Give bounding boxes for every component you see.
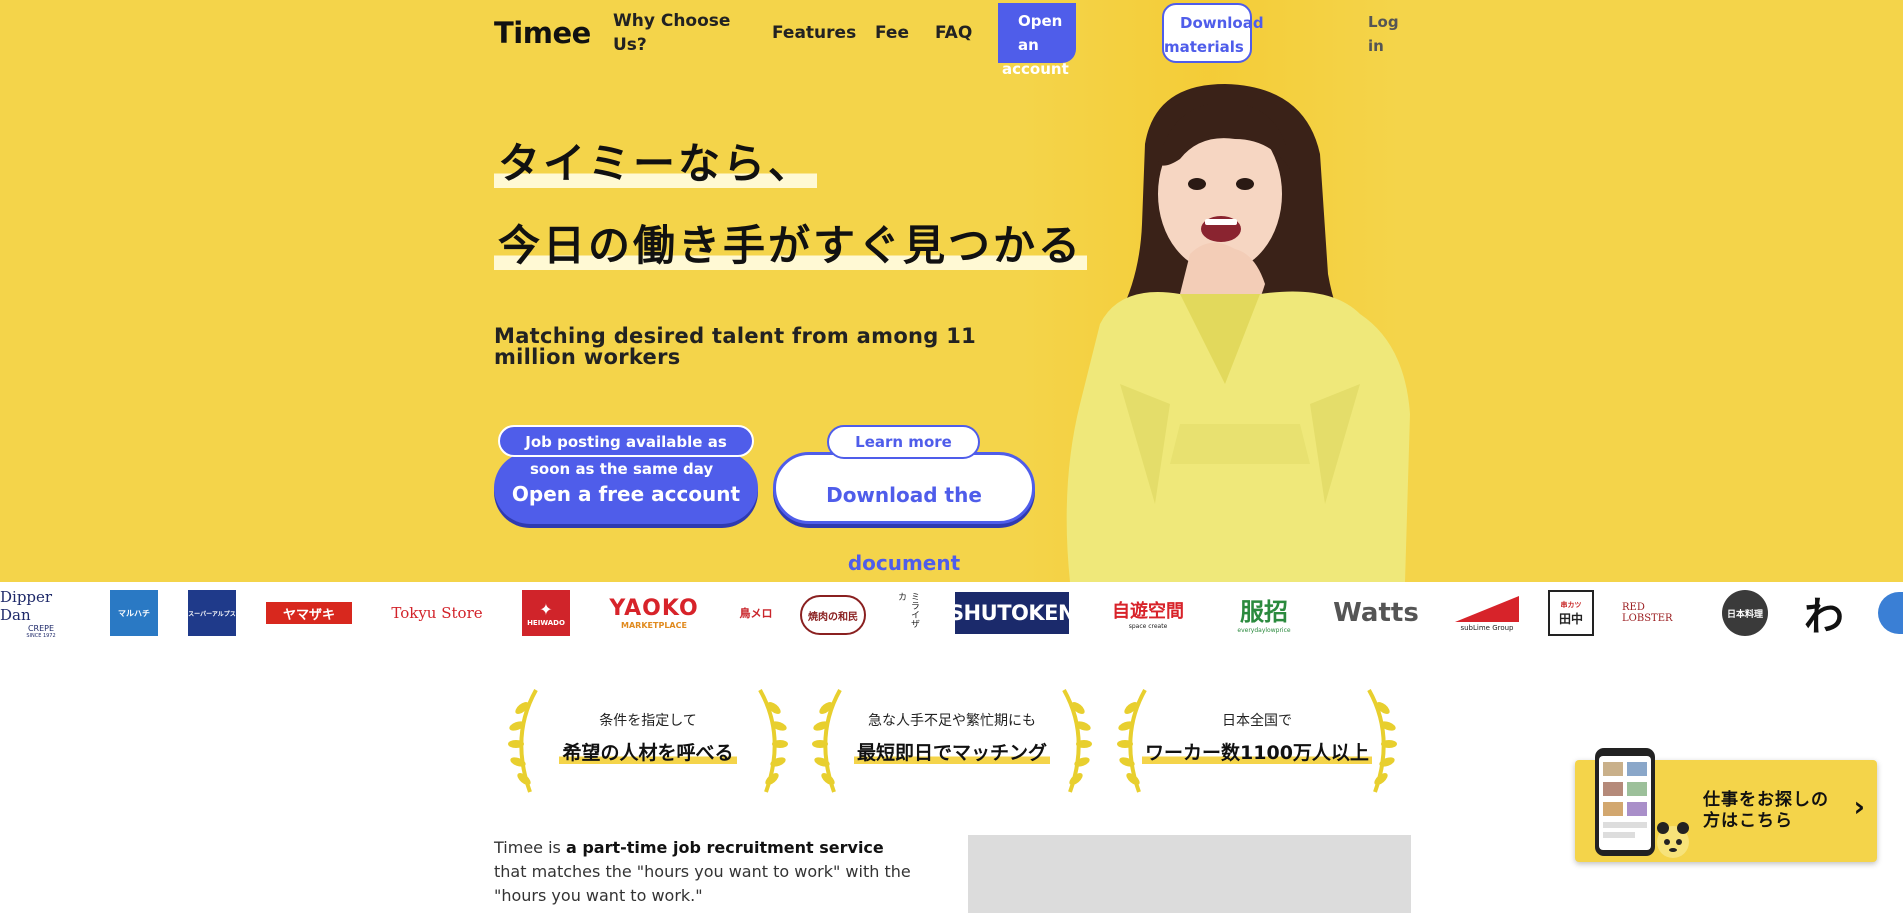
brand-tanaka: 串カツ 田中: [1548, 590, 1594, 636]
award-big-text: ワーカー数1100万人以上: [1117, 738, 1397, 765]
brand-fukusho-sub: everydaylowprice: [1237, 627, 1291, 634]
same-day-posting-tag: Job posting available as: [498, 425, 754, 457]
chevron-right-icon: ›: [1853, 790, 1865, 823]
brand-shutoken: SHUTOKEN: [949, 592, 1076, 634]
mascot-icon: [1657, 822, 1689, 858]
intro-paragraph: Timee is a part-time job recruitment ser…: [494, 836, 914, 908]
brand-watami-name: 焼肉の和民: [808, 611, 858, 623]
brand-partial-blue: [1878, 592, 1903, 634]
brand-wa: わ: [1796, 592, 1852, 640]
intro-text-a: Timee is: [494, 838, 566, 857]
brand-heiwado-name: HEIWADO: [527, 618, 565, 627]
brand-miraizaka-name: ミライザカ: [896, 592, 919, 628]
open-account-label-2: account: [1002, 60, 1069, 78]
open-account-button[interactable]: Open an account: [998, 3, 1076, 78]
brand-dipper-dan-since: SINCE 1972: [26, 632, 56, 639]
brand-jiyukukan-sub: space create: [1128, 622, 1168, 630]
brand-alps-name: スーパーアルプス: [188, 610, 236, 618]
download-document-button[interactable]: Download the document: [773, 452, 1035, 575]
brand-jiyukukan-name: 自遊空間: [1112, 600, 1184, 622]
brand-yaoko-name: YAOKO: [609, 596, 699, 621]
brand-watami: 焼肉の和民: [800, 595, 866, 635]
open-free-account-label: Open a free account: [511, 482, 741, 506]
brand-maruhachi-name: マルハチ: [118, 608, 150, 618]
intro-text-c: that matches the "hours you want to work…: [494, 862, 911, 905]
intro-text-bold: a part-time job recruitment service: [565, 838, 884, 857]
client-logo-strip: Dipper Dan CREPE SINCE 1972 マルハチ スーパーアルプ…: [0, 582, 1903, 642]
hero-section: Timee Why Choose Us? Features Fee FAQ Op…: [0, 0, 1903, 582]
job-seeker-banner[interactable]: 仕事をお探しの方はこちら ›: [1575, 748, 1877, 862]
download-document-label: Download the document: [826, 483, 982, 575]
brand-sublime-mark-icon: [1455, 596, 1519, 622]
brand-red-lobster-name: RED LOBSTER: [1622, 602, 1673, 624]
brand-watts-name: Watts: [1333, 598, 1419, 628]
brand-tanaka-sub: 串カツ: [1560, 600, 1582, 609]
headline-line-2: 今日の働き手がすぐ見つかる: [494, 212, 1088, 273]
hero-subline: Matching desired talent from among 11 mi…: [494, 324, 977, 369]
same-day-tag-line-1: Job posting available as: [525, 433, 727, 451]
brand-fukusho-name: 服招: [1240, 598, 1288, 626]
download-materials-button[interactable]: Download materials: [1162, 3, 1264, 63]
brand-tokyu-store-name: Tokyu Store: [391, 604, 483, 622]
nav-features[interactable]: Features: [772, 21, 856, 45]
phone-app-icon: [1595, 748, 1655, 856]
award-big-text: 最短即日でマッチング: [812, 738, 1092, 765]
headline-2-text: 今日の働き手がすぐ見つかる: [494, 221, 1088, 270]
award-small-text: 条件を指定して: [599, 713, 697, 729]
login-label-1: Log: [1368, 13, 1399, 31]
award-big-text: 希望の人材を呼べる: [508, 738, 788, 765]
open-account-label-1: Open an: [1018, 12, 1063, 54]
intro-media-placeholder[interactable]: [968, 835, 1411, 913]
award-workers: 日本全国で ワーカー数1100万人以上: [1117, 686, 1397, 796]
brand-red-lobster: RED LOBSTER: [1622, 592, 1692, 634]
brand-sublime-name: subLime Group: [1460, 624, 1514, 632]
job-seeker-banner-text: 仕事をお探しの方はこちら: [1703, 790, 1829, 831]
brand-tanaka-name: 田中: [1558, 611, 1583, 626]
brand-dipper-dan-sub: CREPE: [27, 623, 55, 633]
award-big-label: 希望の人材を呼べる: [559, 742, 737, 764]
login-label-2: in: [1368, 37, 1384, 55]
brand-miraizaka: ミライザカ: [894, 592, 922, 634]
award-same-day: 急な人手不足や繁忙期にも 最短即日でマッチング: [812, 686, 1092, 796]
download-materials-label-1: Download: [1180, 14, 1264, 32]
brand-heiwado: ✦ HEIWADO: [522, 590, 570, 636]
brand-torimero: 鳥メロ: [738, 592, 774, 634]
hero-model-photo: [1066, 84, 1410, 582]
award-small-text: 日本全国で: [1222, 713, 1292, 729]
brand-dipper-dan: Dipper Dan CREPE SINCE 1972: [0, 588, 82, 639]
headline-line-1: タイミーなら、: [494, 130, 818, 191]
download-materials-label-2: materials: [1164, 38, 1244, 56]
brand-yamazaki-name: ヤマザキ: [282, 607, 335, 623]
brand-nihon-ryori-name: 日本料理: [1726, 609, 1763, 620]
brand-watts: Watts: [1328, 592, 1424, 634]
same-day-tag-line-2: soon as the same day: [530, 460, 714, 478]
brand-maruhachi: マルハチ: [110, 590, 158, 636]
brand-torimero-name: 鳥メロ: [739, 607, 773, 620]
nav-why-choose-us[interactable]: Why Choose Us?: [613, 9, 733, 57]
award-big-label: 最短即日でマッチング: [853, 742, 1050, 764]
timee-logo[interactable]: Timee: [494, 16, 591, 50]
brand-sublime: subLime Group: [1452, 592, 1522, 634]
brand-tokyu-store: Tokyu Store: [384, 592, 490, 634]
brand-yaoko: YAOKO MARKETPLACE: [598, 592, 710, 634]
brand-jiyukukan: 自遊空間 space create: [1100, 592, 1196, 634]
nav-faq[interactable]: FAQ: [935, 21, 972, 45]
award-small-text: 急な人手不足や繁忙期にも: [868, 713, 1036, 729]
learn-more-tag: Learn more: [827, 425, 980, 459]
award-big-label: ワーカー数1100万人以上: [1142, 742, 1372, 764]
headline-1-text: タイミーなら、: [494, 139, 818, 188]
brand-yamazaki: ヤマザキ: [266, 602, 352, 624]
login-link[interactable]: Log in: [1368, 10, 1402, 58]
nav-fee[interactable]: Fee: [875, 21, 909, 45]
brand-nihon-ryori: 日本料理: [1722, 590, 1768, 636]
brand-heiwado-dove-icon: ✦: [539, 599, 553, 619]
brand-fukusho: 服招 everydaylowprice: [1228, 592, 1300, 634]
brand-dipper-dan-name: Dipper Dan: [0, 587, 53, 624]
brand-alps: スーパーアルプス: [188, 590, 236, 636]
brand-yaoko-sub: MARKETPLACE: [621, 621, 687, 630]
brand-shutoken-name: SHUTOKEN: [948, 601, 1076, 625]
award-conditions: 条件を指定して 希望の人材を呼べる: [508, 686, 788, 796]
brand-wa-name: わ: [1804, 593, 1844, 640]
